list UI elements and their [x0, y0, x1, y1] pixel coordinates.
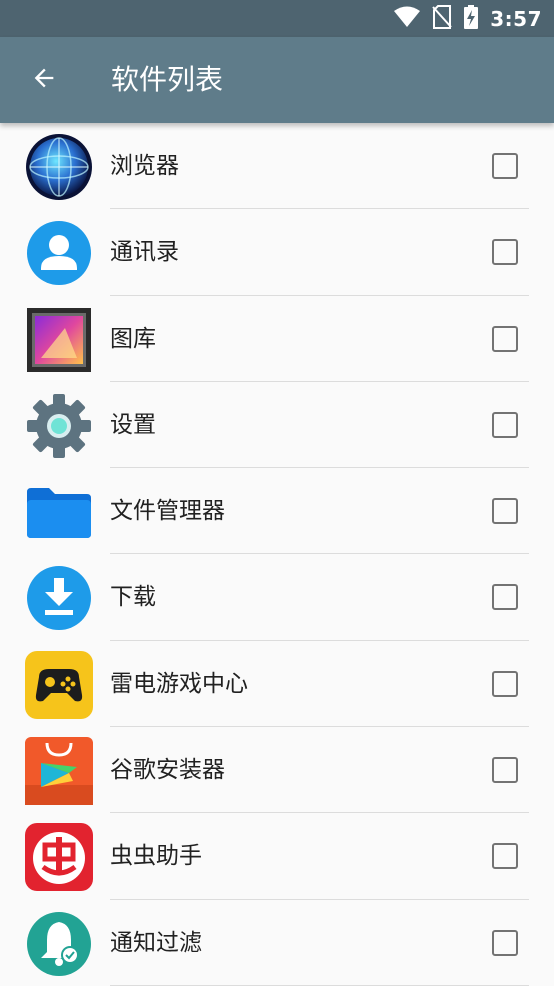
app-label: 图库: [110, 325, 156, 352]
app-checkbox[interactable]: [492, 929, 518, 956]
battery-charging-icon: [464, 4, 479, 33]
list-item[interactable]: 图库: [0, 296, 554, 382]
list-item[interactable]: 文件管理器: [0, 468, 554, 555]
app-label: 设置: [110, 411, 156, 438]
gallery-icon: [25, 306, 93, 374]
app-label: 浏览器: [110, 153, 179, 179]
chongchong-icon: [25, 823, 93, 892]
app-checkbox[interactable]: [492, 411, 518, 438]
app-checkbox[interactable]: [492, 498, 518, 525]
list-item[interactable]: 通知过滤: [0, 900, 554, 986]
page-title: 软件列表: [111, 63, 224, 96]
app-checkbox[interactable]: [492, 757, 518, 784]
back-button[interactable]: [22, 58, 66, 102]
notification-filter-icon: [25, 910, 93, 978]
download-icon: [25, 564, 93, 632]
list-item[interactable]: 虫虫助手: [0, 813, 554, 900]
gamepad-icon: [25, 650, 93, 719]
status-time: 3:57: [490, 6, 542, 31]
app-checkbox[interactable]: [492, 584, 518, 611]
toolbar: 软件列表: [0, 37, 554, 123]
app-checkbox[interactable]: [492, 843, 518, 870]
status-bar: 3:57: [0, 0, 554, 37]
app-list: 浏览器 通讯录 图库 设置 文件管理器 下载 雷电游戏中心 谷歌安装器 虫虫助手…: [0, 123, 554, 986]
app-checkbox[interactable]: [492, 153, 518, 179]
app-label: 通知过滤: [110, 929, 202, 956]
list-item[interactable]: 谷歌安装器: [0, 727, 554, 814]
wifi-icon: [394, 6, 421, 32]
app-label: 虫虫助手: [110, 843, 202, 870]
google-installer-icon: [25, 737, 93, 806]
list-item[interactable]: 下载: [0, 554, 554, 641]
status-icons: 3:57: [394, 0, 542, 37]
app-label: 雷电游戏中心: [110, 670, 248, 697]
folder-icon: [25, 478, 93, 546]
no-sim-icon: [432, 4, 452, 33]
browser-globe-icon: [25, 133, 93, 201]
app-checkbox[interactable]: [492, 239, 518, 266]
arrow-left-icon: [30, 64, 58, 96]
app-checkbox[interactable]: [492, 325, 518, 352]
app-label: 下载: [110, 584, 156, 611]
app-label: 通讯录: [110, 239, 179, 266]
app-label: 文件管理器: [110, 498, 225, 525]
list-item[interactable]: 雷电游戏中心: [0, 641, 554, 728]
app-checkbox[interactable]: [492, 670, 518, 697]
list-item[interactable]: 通讯录: [0, 209, 554, 296]
contacts-icon: [25, 219, 93, 287]
app-label: 谷歌安装器: [110, 757, 225, 784]
settings-gear-icon: [25, 392, 93, 460]
list-item[interactable]: 设置: [0, 382, 554, 469]
list-item[interactable]: 浏览器: [0, 123, 554, 210]
